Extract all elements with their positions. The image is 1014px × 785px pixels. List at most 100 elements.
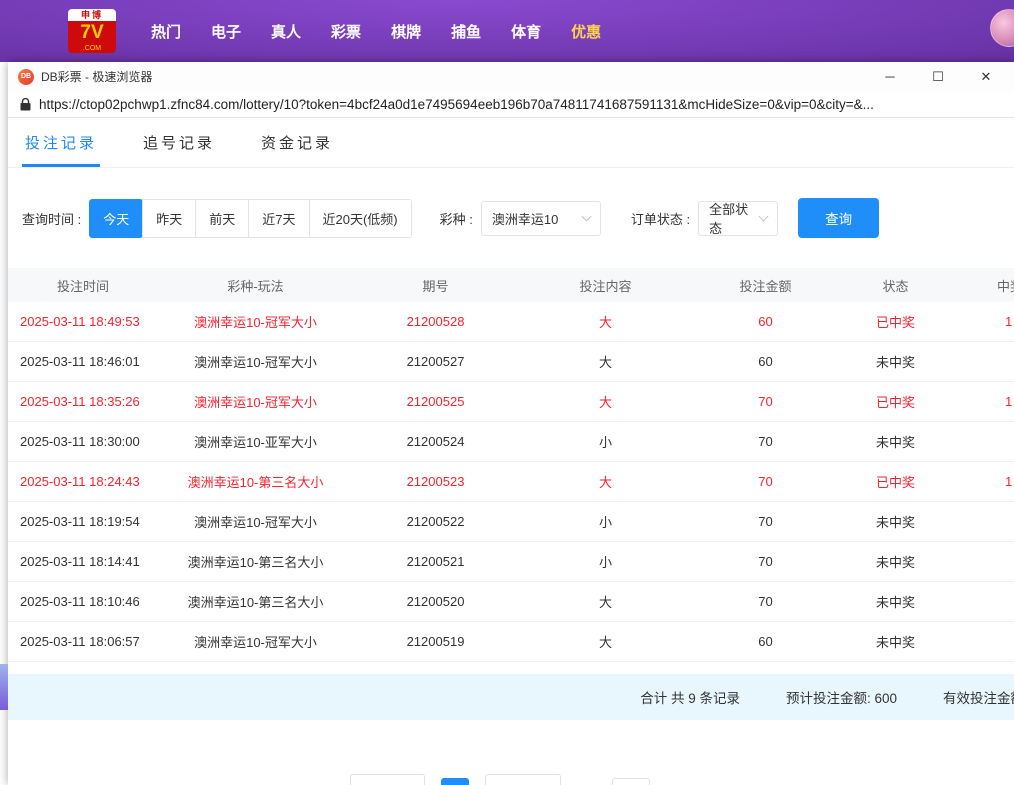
nav-item[interactable]: 捕鱼 (451, 21, 481, 42)
cell-game-type: 澳洲幸运10-第三名大小 (158, 592, 353, 611)
cell-bet-time: 2025-03-11 18:06:57 (8, 634, 158, 649)
cell-issue-no: 21200522 (353, 514, 518, 529)
cell-prize: 1 (953, 394, 1014, 409)
table-header-cell: 投注时间 (8, 276, 158, 295)
chevron-down-icon (581, 211, 591, 221)
table-row[interactable]: 2025-03-11 18:14:41 澳洲幸运10-第三名大小 2120052… (8, 542, 1014, 582)
cell-issue-no: 21200524 (353, 434, 518, 449)
cell-bet-amount: 70 (693, 434, 838, 449)
table-body: 2025-03-11 18:49:53 澳洲幸运10-冠军大小 21200528… (8, 302, 1014, 662)
table-header-cell: 投注金额 (693, 276, 838, 295)
url-text[interactable]: https://ctop02pchwp1.zfnc84.com/lottery/… (39, 97, 874, 112)
cell-status: 未中奖 (838, 552, 953, 571)
time-filter-label: 查询时间 : (22, 209, 81, 228)
record-tabs: 投注记录 追号记录 资金记录 (8, 118, 1014, 168)
cell-status: 未中奖 (838, 632, 953, 651)
cell-prize: 1 (953, 474, 1014, 489)
table-row[interactable]: 2025-03-11 18:49:53 澳洲幸运10-冠军大小 21200528… (8, 302, 1014, 342)
table-row[interactable]: 2025-03-11 18:46:01 澳洲幸运10-冠军大小 21200527… (8, 342, 1014, 382)
table-header-cell: 彩种-玩法 (158, 276, 353, 295)
chevron-down-icon (759, 211, 769, 221)
prev-page-button[interactable]: 上一页 (350, 774, 425, 785)
cell-game-type: 澳洲幸运10-冠军大小 (158, 352, 353, 371)
lottery-filter-label: 彩种 : (440, 209, 473, 228)
cell-bet-content: 小 (518, 432, 693, 451)
tab[interactable]: 投注记录 (22, 118, 100, 167)
cell-bet-time: 2025-03-11 18:24:43 (8, 474, 158, 489)
table-row[interactable]: 2025-03-11 18:30:00 澳洲幸运10-亚军大小 21200524… (8, 422, 1014, 462)
cell-bet-time: 2025-03-11 18:14:41 (8, 554, 158, 569)
status-filter-label: 订单状态 : (631, 209, 690, 228)
cell-bet-time: 2025-03-11 18:19:54 (8, 514, 158, 529)
time-filter-button[interactable]: 今天 (89, 199, 143, 238)
cell-status: 未中奖 (838, 352, 953, 371)
nav-item[interactable]: 棋牌 (391, 21, 421, 42)
cell-issue-no: 21200528 (353, 314, 518, 329)
table-row[interactable]: 2025-03-11 18:19:54 澳洲幸运10-冠军大小 21200522… (8, 502, 1014, 542)
address-bar[interactable]: https://ctop02pchwp1.zfnc84.com/lottery/… (8, 91, 1014, 118)
table-row[interactable]: 2025-03-11 18:24:43 澳洲幸运10-第三名大小 2120052… (8, 462, 1014, 502)
nav-item[interactable]: 热门 (151, 21, 181, 42)
cell-bet-amount: 60 (693, 634, 838, 649)
cell-bet-amount: 60 (693, 354, 838, 369)
cell-bet-amount: 60 (693, 314, 838, 329)
cell-status: 未中奖 (838, 592, 953, 611)
time-filter-button[interactable]: 前天 (195, 199, 249, 238)
cell-bet-content: 大 (518, 392, 693, 411)
brand-logo-suffix-text: .COM (68, 45, 116, 53)
brand-logo[interactable]: 申博 7V .COM (68, 9, 116, 53)
cell-prize: 1 (953, 314, 1014, 329)
order-status-select[interactable]: 全部状态 (698, 201, 778, 236)
table-row[interactable]: 2025-03-11 18:35:26 澳洲幸运10-冠军大小 21200525… (8, 382, 1014, 422)
cell-status: 已中奖 (838, 472, 953, 491)
cell-issue-no: 21200523 (353, 474, 518, 489)
cell-bet-amount: 70 (693, 594, 838, 609)
time-filter-group: 今天 昨天 前天 近7天 近20天(低频) (89, 199, 411, 238)
cell-game-type: 澳洲幸运10-冠军大小 (158, 632, 353, 651)
nav-item[interactable]: 真人 (271, 21, 301, 42)
cell-issue-no: 21200527 (353, 354, 518, 369)
time-filter-button[interactable]: 近7天 (248, 199, 309, 238)
lottery-select[interactable]: 澳洲幸运10 (481, 201, 601, 236)
lock-icon (20, 98, 31, 111)
table-header-cell: 状态 (838, 276, 953, 295)
nav-item[interactable]: 体育 (511, 21, 541, 42)
summary-valid-amount: 有效投注金额 (943, 687, 1014, 707)
close-icon[interactable]: ✕ (976, 69, 996, 85)
background-page-strip (0, 664, 8, 710)
time-filter-button[interactable]: 昨天 (142, 199, 196, 238)
cell-issue-no: 21200519 (353, 634, 518, 649)
cell-game-type: 澳洲幸运10-冠军大小 (158, 312, 353, 331)
user-avatar[interactable] (990, 9, 1014, 47)
nav-item[interactable]: 彩票 (331, 21, 361, 42)
maximize-icon[interactable]: ☐ (928, 69, 948, 85)
cell-bet-time: 2025-03-11 18:49:53 (8, 314, 158, 329)
cell-bet-amount: 70 (693, 474, 838, 489)
filter-bar: 查询时间 : 今天 昨天 前天 近7天 近20天(低频) 彩种 : 澳洲幸运10… (8, 168, 1014, 268)
nav-item[interactable]: 优惠 (571, 21, 601, 42)
cell-bet-content: 大 (518, 312, 693, 331)
cell-issue-no: 21200521 (353, 554, 518, 569)
goto-page-input[interactable] (612, 778, 650, 785)
cell-game-type: 澳洲幸运10-第三名大小 (158, 552, 353, 571)
next-page-button[interactable]: 下一页 (485, 774, 560, 785)
time-filter-button[interactable]: 近20天(低频) (309, 199, 412, 238)
cell-bet-content: 大 (518, 472, 693, 491)
cell-issue-no: 21200520 (353, 594, 518, 609)
table-row[interactable]: 2025-03-11 18:10:46 澳洲幸运10-第三名大小 2120052… (8, 582, 1014, 622)
cell-status: 已中奖 (838, 392, 953, 411)
nav-item[interactable]: 电子 (211, 21, 241, 42)
cell-bet-time: 2025-03-11 18:46:01 (8, 354, 158, 369)
tab[interactable]: 资金记录 (258, 118, 336, 167)
minimize-icon[interactable]: ─ (880, 69, 900, 84)
table-header-row: 投注时间 彩种-玩法 期号 投注内容 投注金额 状态 中奖金额 (8, 268, 1014, 302)
cell-bet-time: 2025-03-11 18:30:00 (8, 434, 158, 449)
tab[interactable]: 追号记录 (140, 118, 218, 167)
cell-bet-amount: 70 (693, 514, 838, 529)
brand-logo-top-text: 申博 (68, 9, 116, 21)
table-row[interactable]: 2025-03-11 18:06:57 澳洲幸运10-冠军大小 21200519… (8, 622, 1014, 662)
cell-status: 未中奖 (838, 432, 953, 451)
search-button[interactable]: 查询 (798, 198, 879, 238)
page-number-button[interactable]: 1 (441, 778, 469, 785)
pagination: 上一页 1 下一页 前往 页 (8, 774, 1014, 785)
